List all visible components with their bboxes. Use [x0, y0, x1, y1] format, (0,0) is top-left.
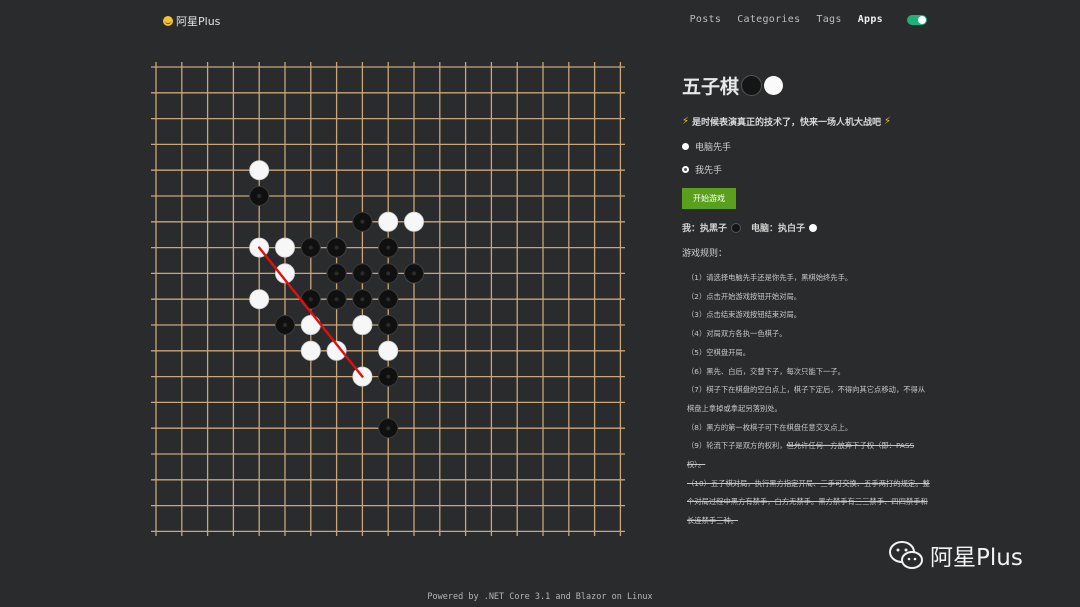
- nav-tags[interactable]: Tags: [816, 14, 841, 25]
- rule-item: （6）黑先、白后，交替下子，每次只能下一子。: [687, 366, 845, 376]
- wechat-icon: [889, 541, 923, 569]
- site-name: 阿星Plus: [176, 15, 221, 28]
- rule-item: （2）点击开始游戏按钮开始对局。: [687, 291, 802, 301]
- nav-posts[interactable]: Posts: [690, 14, 722, 25]
- black-stone-center: [386, 323, 391, 327]
- black-stone-icon: [741, 75, 763, 96]
- black-stone-center: [360, 219, 365, 224]
- white-stone: [300, 340, 321, 361]
- white-stone: [378, 340, 399, 361]
- rules-heading: 游戏规则：: [682, 249, 728, 259]
- gomoku-board[interactable]: [151, 62, 626, 537]
- nav-apps[interactable]: Apps: [858, 14, 883, 25]
- white-stone-icon: [809, 223, 818, 232]
- start-game-button[interactable]: 开始游戏: [682, 188, 736, 209]
- footer: Powered by .NET Core 3.1 and Blazor on L…: [427, 592, 653, 602]
- radio-button[interactable]: [682, 143, 689, 150]
- status-me: 我：执黑子: [682, 224, 728, 234]
- theme-toggle[interactable]: [907, 14, 927, 25]
- watermark: 阿星Plus: [888, 538, 1023, 572]
- smiley-icon: [163, 16, 173, 26]
- black-stone-center: [386, 374, 391, 379]
- black-stone-center: [257, 194, 262, 198]
- rule-item: （5）空棋盘开局。: [687, 347, 751, 357]
- rule-item: （4）对局双方各执一色棋子。: [687, 329, 787, 339]
- white-stone-icon: [764, 76, 784, 95]
- black-stone-center: [308, 297, 313, 302]
- subtitle: ⚡ 是时候表演真正的技术了，快来一场人机大战吧 ⚡: [682, 115, 932, 128]
- lightning-icon: ⚡: [884, 116, 892, 127]
- black-stone-center: [386, 271, 391, 276]
- black-stone-center: [334, 271, 339, 276]
- player-status: 我：执黑子 电脑：执白子: [682, 221, 932, 234]
- black-stone-center: [386, 245, 391, 250]
- game-panel: 五子棋 ⚡ 是时候表演真正的技术了，快来一场人机大战吧 ⚡ 电脑先手 我先手 开…: [682, 72, 932, 531]
- black-stone-center: [334, 245, 339, 250]
- radio-button-checked[interactable]: [682, 166, 689, 173]
- rule-item: （3）点击结束游戏按钮结束对局。: [687, 310, 802, 320]
- white-stone: [300, 314, 321, 335]
- radio-me-first[interactable]: 我先手: [682, 163, 932, 176]
- black-stone-center: [360, 297, 365, 302]
- rule-9-text: （9）轮流下子是双方的权利，: [687, 441, 787, 451]
- rules-list: （1）请选择电脑先手还是你先手，黑棋始终先手。 （2）点击开始游戏按钮开始对局。…: [682, 269, 932, 531]
- title-text: 五子棋: [682, 76, 740, 98]
- rule-item: （7）棋子下在棋盘的空白点上，棋子下定后，不得向其它点移动，不得从棋盘上拿掉或拿…: [687, 385, 926, 413]
- rule-item: （1）请选择电脑先手还是你先手，黑棋始终先手。: [687, 273, 853, 282]
- site-logo[interactable]: 阿星Plus: [163, 13, 220, 29]
- lightning-icon: ⚡: [682, 116, 690, 127]
- page-title: 五子棋: [682, 72, 932, 99]
- rule-item: （9）轮流下子是双方的权利，但允许任何一方放弃下子权（即：PASS权）。: [687, 437, 932, 474]
- black-stone-center: [283, 323, 287, 327]
- white-stone: [249, 289, 270, 310]
- black-stone-icon: [731, 222, 742, 233]
- radio-label: 我先手: [695, 166, 723, 176]
- black-stone-center: [308, 245, 313, 250]
- subtitle-text: 是时候表演真正的技术了，快来一场人机大战吧: [692, 118, 882, 128]
- black-stone-center: [386, 297, 391, 302]
- white-stone: [275, 237, 296, 258]
- black-stone-center: [334, 297, 339, 302]
- watermark-text: 阿星Plus: [930, 545, 1023, 571]
- radio-label: 电脑先手: [695, 143, 732, 153]
- rule-item: （8）黑方的第一枚棋子可下在棋盘任意交叉点上。: [687, 422, 853, 432]
- white-stone: [249, 160, 270, 181]
- white-stone: [352, 314, 373, 335]
- white-stone: [378, 211, 399, 232]
- radio-computer-first[interactable]: 电脑先手: [682, 140, 932, 153]
- status-computer: 电脑：执白子: [751, 224, 806, 234]
- black-stone-center: [360, 271, 365, 276]
- nav-categories[interactable]: Categories: [737, 14, 800, 25]
- rule-item: （10）五子棋对局，执行黑方指定开局、三手可交换、五手两打的规定。整个对局过程中…: [687, 478, 930, 526]
- black-stone-center: [386, 426, 391, 431]
- top-nav: Posts Categories Tags Apps: [690, 14, 927, 25]
- white-stone: [403, 211, 424, 232]
- black-stone-center: [412, 271, 416, 276]
